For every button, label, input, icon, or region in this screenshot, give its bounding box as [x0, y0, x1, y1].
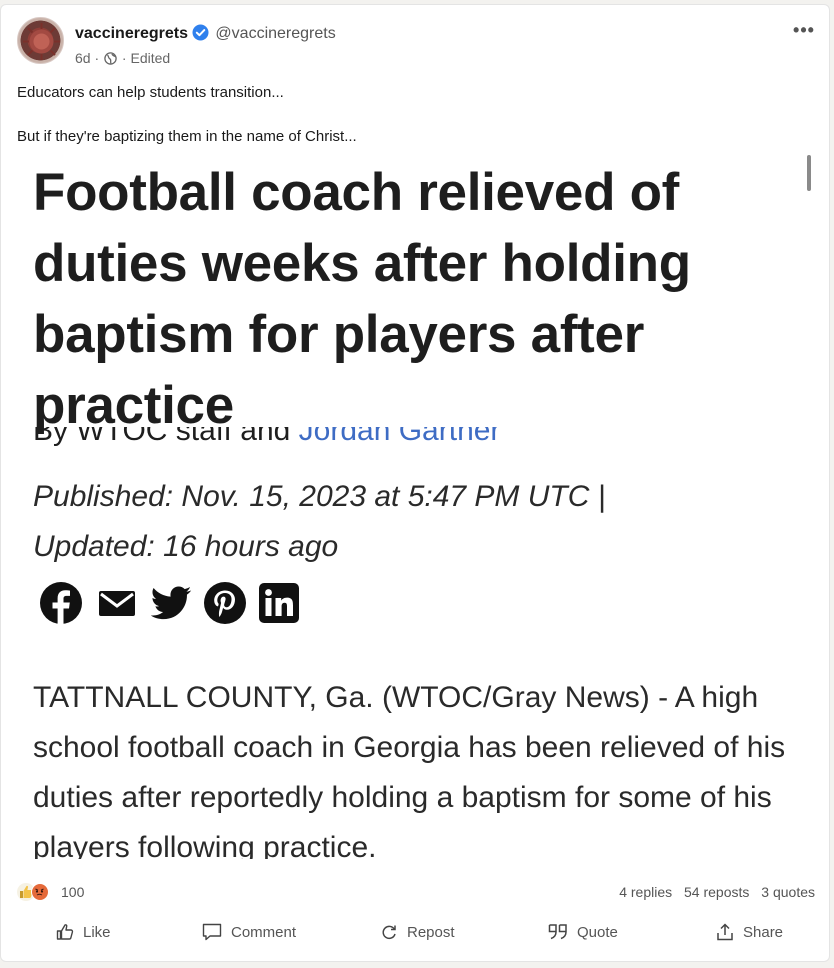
action-bar: Like Comment Repost Quote Share [1, 911, 831, 953]
linkedin-icon [257, 581, 301, 625]
comment-button[interactable]: Comment [201, 911, 296, 953]
byline-author-link: Jordan Gartner [298, 427, 501, 447]
article-headline: Football coach relieved of duties weeks … [33, 163, 691, 435]
reaction-count: 100 [61, 884, 85, 900]
byline-prefix: By WTOC staff and [33, 427, 299, 447]
share-icon [717, 923, 733, 941]
share-button[interactable]: Share [715, 911, 783, 953]
post-card: vaccineregrets @vaccineregrets 6d · · Ed… [0, 4, 830, 962]
repost-icon [382, 925, 396, 940]
facebook-icon [39, 581, 83, 625]
article-published: Published: Nov. 15, 2023 at 5:47 PM UTC … [33, 480, 606, 513]
meta-separator: · [94, 50, 100, 66]
more-options-icon[interactable]: ••• [792, 21, 816, 43]
comment-label: Comment [231, 923, 297, 941]
globe-icon [104, 51, 117, 65]
post-text-line: But if they're baptizing them in the nam… [17, 128, 357, 145]
article-body: TATTNALL COUNTY, Ga. (WTOC/Gray News) - … [33, 681, 786, 859]
embedded-article-image[interactable]: Football coach relieved of duties weeks … [17, 151, 817, 859]
image-scrollbar [807, 155, 811, 191]
repost-button[interactable]: Repost [379, 911, 455, 953]
avatar[interactable] [17, 17, 64, 64]
author-handle[interactable]: @vaccineregrets [215, 25, 335, 42]
quote-icon [548, 924, 567, 940]
author-line: vaccineregrets @vaccineregrets [75, 24, 336, 44]
meta-separator: · [121, 50, 127, 66]
author-name[interactable]: vaccineregrets [75, 25, 188, 42]
like-label: Like [83, 923, 111, 941]
edited-label: Edited [130, 50, 171, 66]
article-byline: By WTOC staff and Jordan Gartner [33, 427, 500, 451]
virus-icon [23, 23, 60, 60]
quote-button[interactable]: Quote [547, 911, 618, 953]
email-icon [95, 581, 139, 625]
reposts-count[interactable]: 54 reposts [684, 884, 749, 900]
angry-reaction-icon [31, 883, 49, 901]
repost-label: Repost [407, 923, 455, 941]
pinterest-icon [203, 581, 247, 625]
verified-badge-icon [192, 24, 209, 41]
replies-count[interactable]: 4 replies [619, 884, 672, 900]
thumbs-up-icon [56, 924, 74, 940]
quote-label: Quote [577, 923, 618, 941]
like-button[interactable]: Like [55, 911, 111, 953]
twitter-icon [149, 581, 193, 625]
engagement-counts: 4 replies 54 reposts 3 quotes [611, 884, 815, 900]
post-header: vaccineregrets @vaccineregrets 6d · · Ed… [17, 17, 816, 67]
post-stats: 100 4 replies 54 reposts 3 quotes [17, 881, 815, 903]
quotes-count[interactable]: 3 quotes [761, 884, 815, 900]
post-meta: 6d · · Edited [75, 49, 170, 67]
article-updated: Updated: 16 hours ago [33, 530, 339, 563]
share-label: Share [743, 923, 784, 941]
post-age[interactable]: 6d [75, 50, 91, 66]
comment-icon [202, 923, 222, 941]
post-text-line: Educators can help students transition..… [17, 84, 284, 101]
